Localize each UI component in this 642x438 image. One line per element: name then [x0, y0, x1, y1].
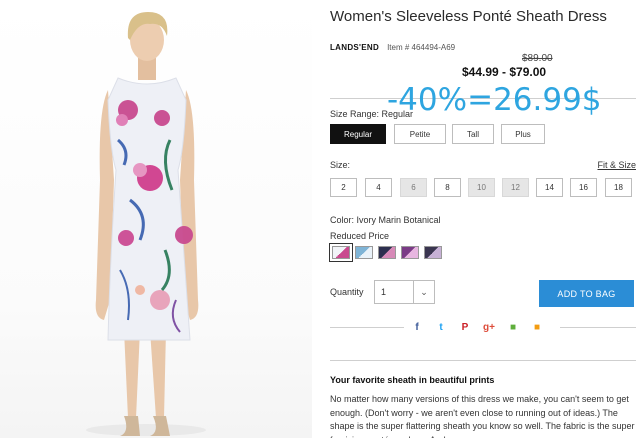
color-swatch[interactable] — [329, 243, 353, 262]
twitter-icon[interactable]: t — [434, 320, 448, 334]
size-option-2[interactable]: 2 — [330, 178, 357, 197]
quantity-value: 1 — [381, 287, 387, 297]
original-price: $89.00 — [522, 53, 553, 64]
sale-price-range: $44.99 - $79.00 — [462, 65, 547, 79]
color-swatch[interactable] — [424, 246, 442, 259]
size-option-14[interactable]: 14 — [536, 178, 563, 197]
size-option-12[interactable]: 12 — [502, 178, 529, 197]
size-option-10[interactable]: 10 — [468, 178, 495, 197]
add-to-bag-button[interactable]: ADD TO BAG — [539, 280, 634, 307]
size-range-tall[interactable]: Tall — [452, 124, 494, 144]
product-details-panel: Women's Sleeveless Ponté Sheath Dress LA… — [329, 0, 636, 438]
brand-logo: LANDS'END — [330, 43, 380, 52]
facebook-icon[interactable]: f — [410, 320, 424, 334]
divider — [330, 327, 404, 328]
share-icons: f t Pg+ ■ ■ — [410, 320, 544, 334]
size-option-8[interactable]: 8 — [434, 178, 461, 197]
divider — [330, 360, 636, 361]
divider — [560, 327, 636, 328]
size-label: Size: — [330, 160, 351, 170]
brand-row: LANDS'END Item # 464494-A69 — [330, 43, 455, 52]
chevron-down-icon[interactable]: ⌄ — [413, 281, 434, 303]
gallery-icon[interactable]: ■ — [506, 320, 520, 334]
size-option-16[interactable]: 16 — [570, 178, 597, 197]
product-image[interactable] — [0, 0, 312, 438]
color-swatch[interactable] — [378, 246, 396, 259]
size-range-regular[interactable]: Regular — [330, 124, 386, 144]
quantity-label: Quantity — [330, 287, 364, 297]
discount-overlay-text: -40%=26.99$ — [387, 82, 602, 118]
share-row: f t Pg+ ■ ■ — [330, 318, 636, 338]
quantity-select[interactable]: 1 ⌄ — [374, 280, 435, 304]
size-range-petite[interactable]: Petite — [394, 124, 446, 144]
color-label: Color: Ivory Marin Botanical — [330, 215, 441, 225]
model-illustration — [86, 12, 206, 436]
fit-and-size-link[interactable]: Fit & Size — [597, 160, 636, 170]
reduced-price-note: Reduced Price — [330, 231, 390, 241]
pinterest-icon[interactable]: P — [458, 320, 472, 334]
size-range-plus[interactable]: Plus — [501, 124, 545, 144]
size-option-4[interactable]: 4 — [365, 178, 392, 197]
size-option-18[interactable]: 18 — [605, 178, 632, 197]
size-option-6[interactable]: 6 — [400, 178, 427, 197]
description-body: No matter how many versions of this dres… — [330, 394, 635, 438]
color-swatch[interactable] — [401, 246, 419, 259]
google-plus-icon[interactable]: g+ — [482, 320, 496, 334]
product-title: Women's Sleeveless Ponté Sheath Dress — [330, 8, 607, 25]
description-heading: Your favorite sheath in beautiful prints — [330, 375, 495, 385]
save-icon[interactable]: ■ — [530, 320, 544, 334]
color-swatch[interactable] — [355, 246, 373, 259]
item-number: Item # 464494-A69 — [387, 43, 456, 52]
